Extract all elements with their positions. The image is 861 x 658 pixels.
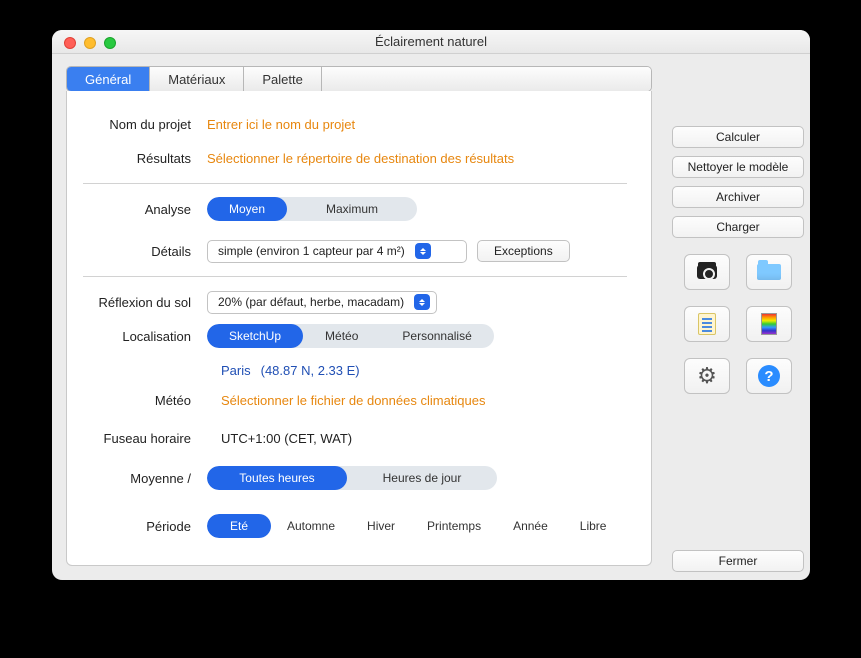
analysis-label: Analyse [77,202,207,217]
location-label: Localisation [77,329,207,344]
details-label: Détails [77,244,207,259]
period-ete[interactable]: Eté [207,514,271,538]
period-segmented: Eté Automne Hiver Printemps Année Libre [207,514,622,538]
help-icon[interactable]: ? [746,358,792,394]
location-segmented: SketchUp Météo Personnalisé [207,324,494,348]
average-day-hours[interactable]: Heures de jour [347,466,497,490]
project-name-input[interactable]: Entrer ici le nom du projet [207,117,355,132]
close-icon[interactable] [64,37,76,49]
separator [83,183,627,184]
results-destination-input[interactable]: Sélectionner le répertoire de destinatio… [207,151,514,166]
chevron-updown-icon [414,294,430,310]
location-coords: (48.87 N, 2.33 E) [261,363,360,378]
period-hiver[interactable]: Hiver [351,514,411,538]
location-meteo[interactable]: Météo [303,324,380,348]
gear-icon[interactable] [684,358,730,394]
traffic-lights [64,37,116,49]
icon-row-2 [672,306,804,342]
details-select[interactable]: simple (environ 1 capteur par 4 m²) [207,240,467,263]
icon-row-1 [672,254,804,290]
period-label: Période [77,519,207,534]
archive-button[interactable]: Archiver [672,186,804,208]
sidebar-spacer [672,62,804,118]
sidebar: Calculer Nettoyer le modèle Archiver Cha… [666,54,810,580]
tab-filler [322,67,651,91]
spectrum-icon[interactable] [746,306,792,342]
location-custom[interactable]: Personnalisé [380,324,493,348]
tab-bar: Général Matériaux Palette [66,66,652,92]
window-body: Général Matériaux Palette Nom du projet … [52,54,810,580]
average-segmented: Toutes heures Heures de jour [207,466,497,490]
minimize-icon[interactable] [84,37,96,49]
daylighting-window: Éclairement naturel Général Matériaux Pa… [52,30,810,580]
clean-model-button[interactable]: Nettoyer le modèle [672,156,804,178]
close-button[interactable]: Fermer [672,550,804,572]
period-libre[interactable]: Libre [564,514,623,538]
location-sketchup[interactable]: SketchUp [207,324,303,348]
titlebar: Éclairement naturel [52,30,810,54]
location-city: Paris [221,363,251,378]
analysis-segmented: Moyen Maximum [207,197,417,221]
details-select-value: simple (environ 1 capteur par 4 m²) [218,244,405,258]
calculate-button[interactable]: Calculer [672,126,804,148]
period-printemps[interactable]: Printemps [411,514,497,538]
results-label: Résultats [77,151,207,166]
period-annee[interactable]: Année [497,514,564,538]
timezone-label: Fuseau horaire [77,431,207,446]
document-icon[interactable] [684,306,730,342]
analysis-moyen[interactable]: Moyen [207,197,287,221]
timezone-value: UTC+1:00 (CET, WAT) [221,431,352,446]
icon-row-3: ? [672,358,804,394]
separator [83,276,627,277]
tab-materials[interactable]: Matériaux [150,67,244,91]
weather-label: Météo [77,393,207,408]
analysis-maximum[interactable]: Maximum [287,197,417,221]
average-all-hours[interactable]: Toutes heures [207,466,347,490]
main-panel: Général Matériaux Palette Nom du projet … [52,54,666,580]
project-name-label: Nom du projet [77,117,207,132]
ground-reflection-value: 20% (par défaut, herbe, macadam) [218,295,404,309]
general-panel: Nom du projet Entrer ici le nom du proje… [66,91,652,566]
zoom-icon[interactable] [104,37,116,49]
bottom-area: Fermer [672,550,804,572]
period-automne[interactable]: Automne [271,514,351,538]
ground-reflection-select[interactable]: 20% (par défaut, herbe, macadam) [207,291,437,314]
ground-reflection-label: Réflexion du sol [77,295,207,310]
average-label: Moyenne / [77,471,207,486]
tab-palette[interactable]: Palette [244,67,321,91]
camera-icon[interactable] [684,254,730,290]
tab-general[interactable]: Général [67,67,150,91]
window-title: Éclairement naturel [52,34,810,49]
load-button[interactable]: Charger [672,216,804,238]
weather-file-input[interactable]: Sélectionner le fichier de données clima… [221,393,486,408]
folder-icon[interactable] [746,254,792,290]
exceptions-button[interactable]: Exceptions [477,240,570,262]
chevron-updown-icon [415,243,431,259]
